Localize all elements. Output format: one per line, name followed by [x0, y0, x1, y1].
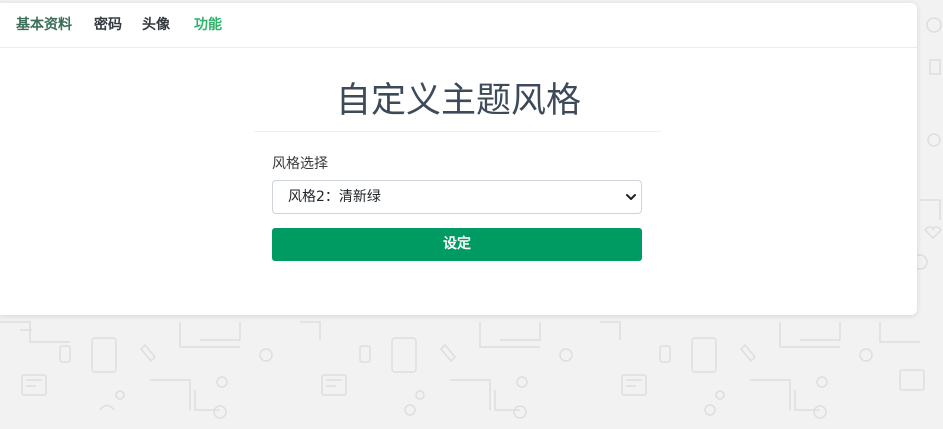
tab-password[interactable]: 密码 [94, 16, 122, 34]
title-divider [254, 131, 661, 132]
tab-basic-info[interactable]: 基本资料 [16, 16, 72, 34]
apply-theme-button[interactable]: 设定 [272, 228, 642, 261]
page-title: 自定义主题风格 [335, 81, 581, 121]
tab-features[interactable]: 功能 [194, 16, 222, 34]
theme-select-value: 风格2：清新绿 [288, 189, 381, 205]
theme-select-label: 风格选择 [272, 156, 328, 172]
settings-tabs: 基本资料 密码 头像 功能 [0, 3, 917, 48]
chevron-down-icon [626, 194, 636, 200]
theme-select[interactable]: 风格2：清新绿 [272, 180, 642, 214]
profile-settings-card: 基本资料 密码 头像 功能 自定义主题风格 风格选择 风格2：清新绿 设定 [0, 3, 917, 315]
tab-avatar[interactable]: 头像 [142, 16, 170, 34]
